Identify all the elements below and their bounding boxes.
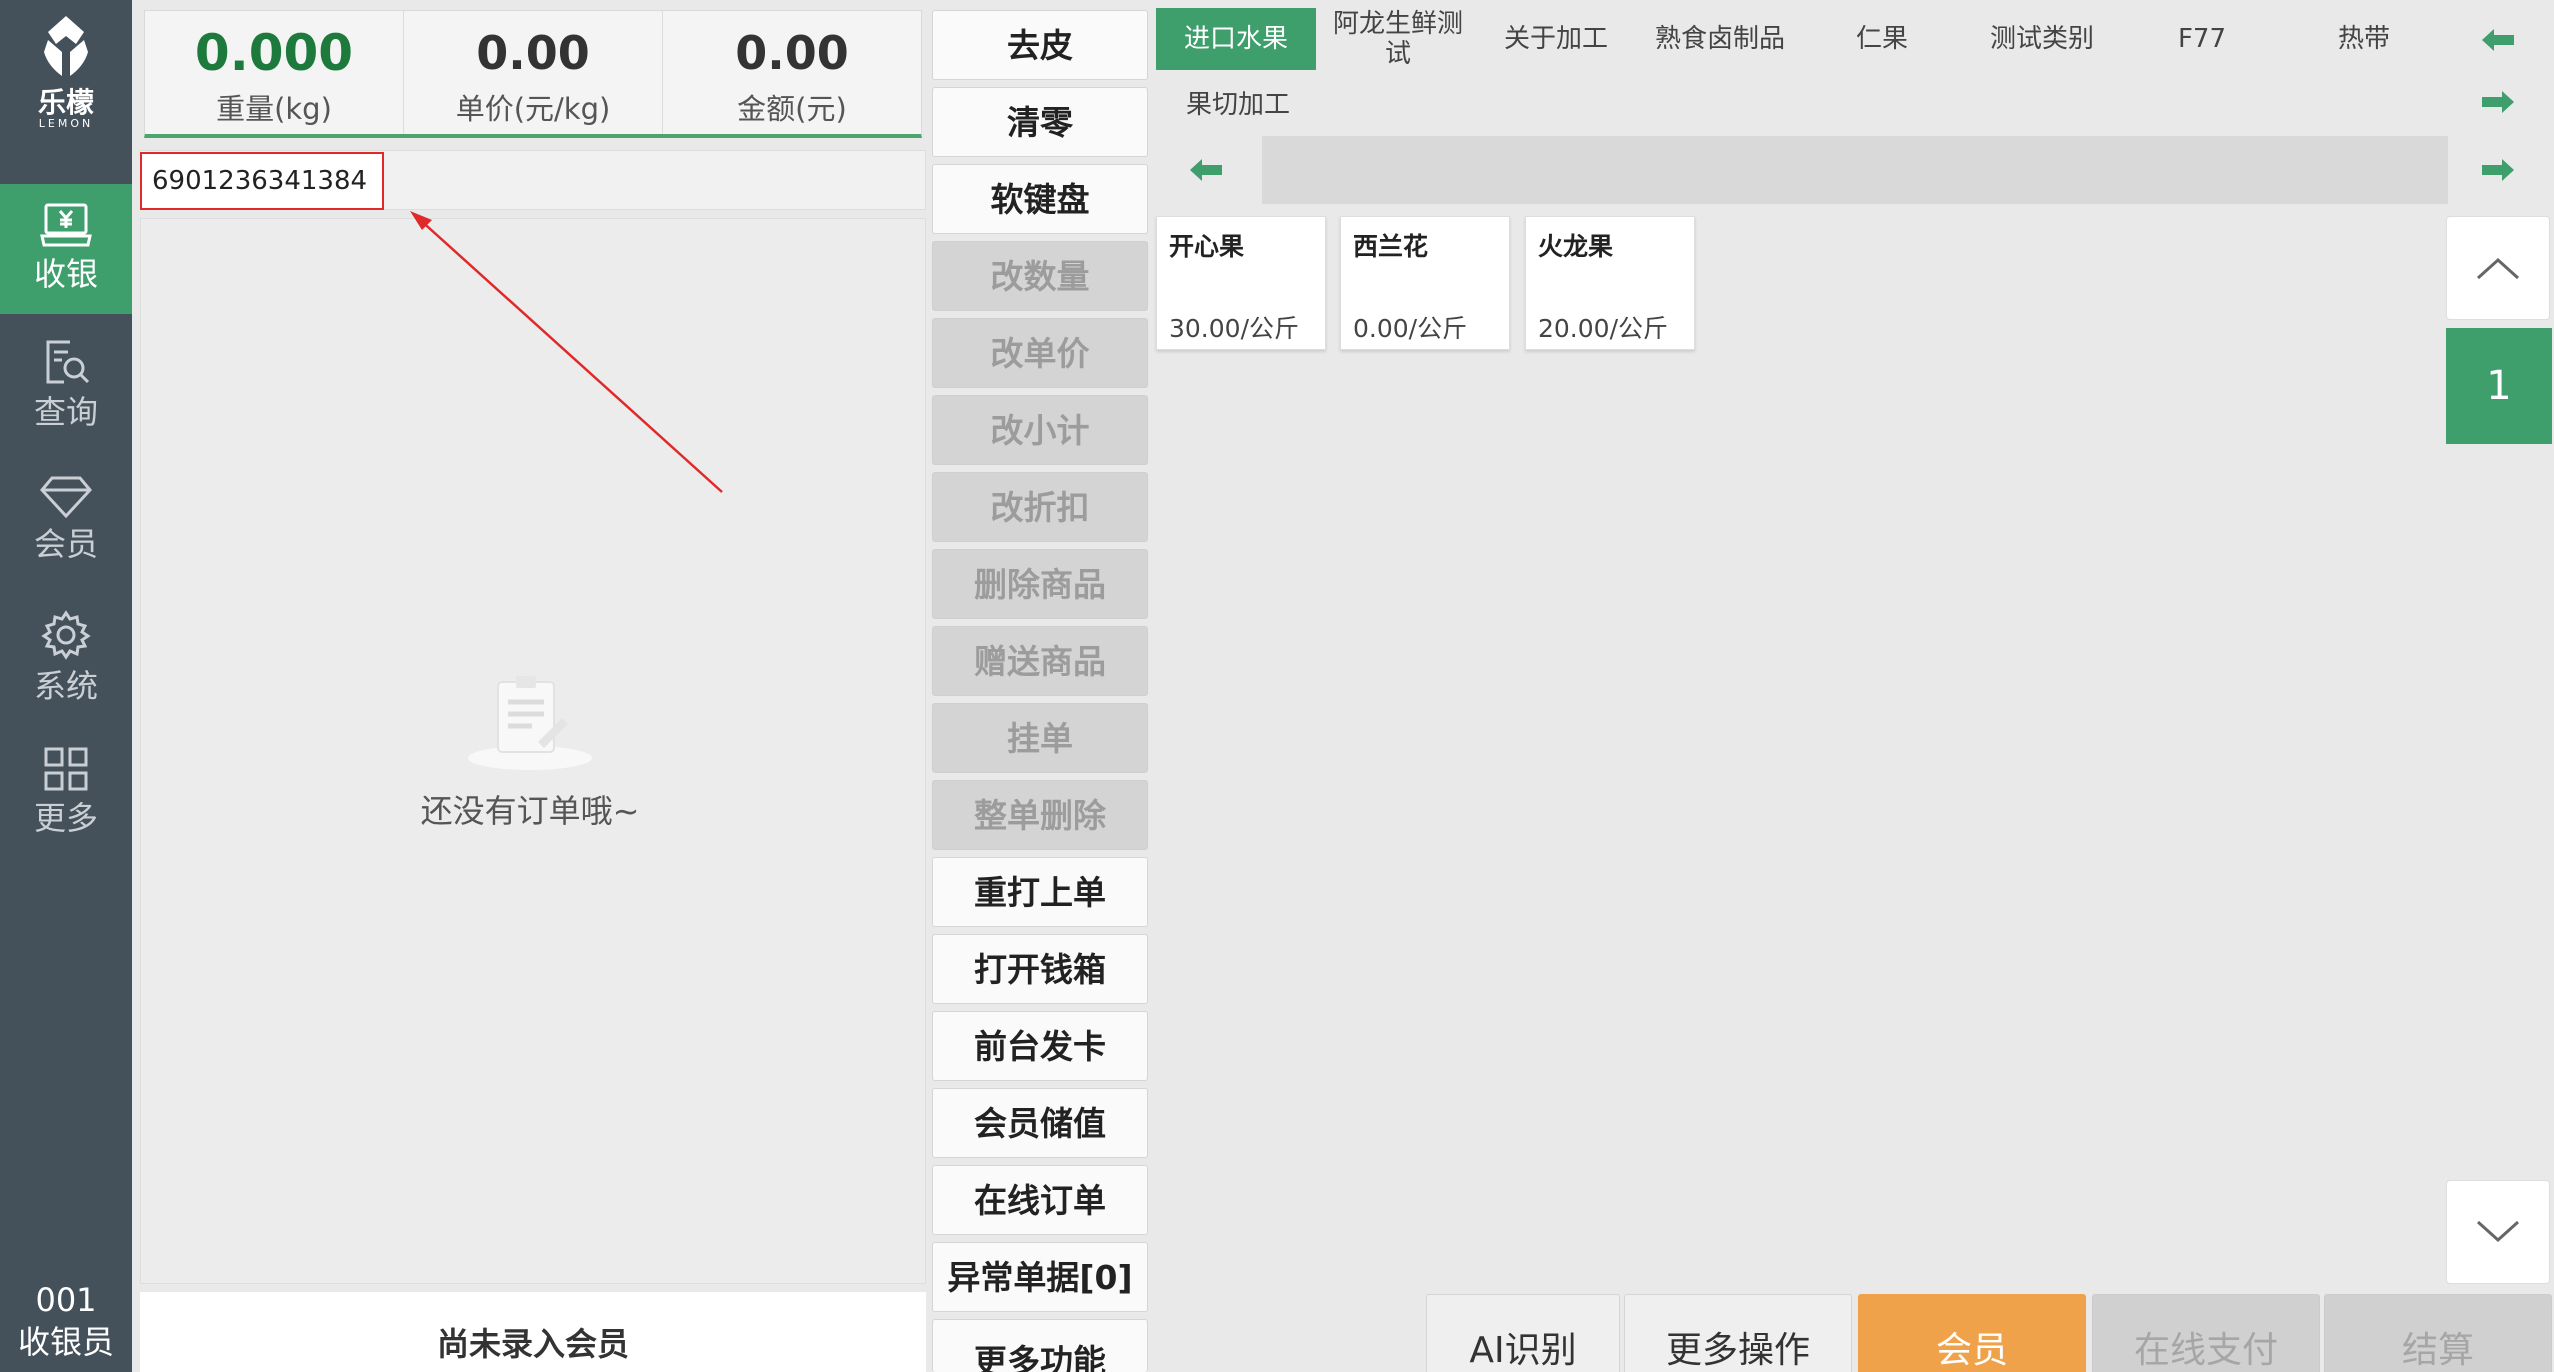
unit-price-value: 0.00 xyxy=(476,26,590,80)
lemon-logo-icon xyxy=(44,16,88,76)
amount-cell: 0.00 金额(元) xyxy=(663,11,921,134)
logo: 乐檬 LEMON xyxy=(0,14,132,144)
sidebar-item-more[interactable]: 更多 xyxy=(0,728,132,858)
category-scroll-track[interactable] xyxy=(1262,136,2448,204)
product-card[interactable]: 火龙果 20.00/公斤 xyxy=(1525,216,1695,350)
chevron-down-icon xyxy=(2476,1220,2520,1243)
search-document-icon xyxy=(46,340,90,384)
delete-item-button[interactable]: 删除商品 xyxy=(932,549,1148,619)
checkout-button[interactable]: 结算 xyxy=(2324,1294,2552,1372)
grid-icon xyxy=(44,747,88,791)
current-page-indicator: 1 xyxy=(2446,328,2552,444)
cashier-id: 001 xyxy=(35,1281,97,1319)
subcategory-next-button[interactable] xyxy=(2468,82,2528,122)
tab-f77[interactable]: F77 xyxy=(2130,8,2274,70)
chevron-up-icon xyxy=(2476,257,2520,280)
soft-keyboard-button[interactable]: 软键盘 xyxy=(932,164,1148,234)
reprint-last-button[interactable]: 重打上单 xyxy=(932,857,1148,927)
product-name: 开心果 xyxy=(1169,232,1245,261)
product-price: 0.00/公斤 xyxy=(1353,314,1468,343)
weight-value: 0.000 xyxy=(194,24,354,82)
sidebar-item-label: 更多 xyxy=(33,799,98,837)
arrow-right-icon xyxy=(2482,159,2514,181)
cash-register-icon xyxy=(40,203,92,247)
arrow-left-icon xyxy=(1190,159,1222,181)
change-subtotal-button[interactable]: 改小计 xyxy=(932,395,1148,465)
sidebar-item-label: 收银 xyxy=(33,255,98,293)
sidebar-item-label: 查询 xyxy=(33,393,98,431)
arrow-right-icon xyxy=(2482,91,2514,113)
page-up-button[interactable] xyxy=(2446,216,2550,320)
change-unit-price-button[interactable]: 改单价 xyxy=(932,318,1148,388)
member-recharge-button[interactable]: 会员储值 xyxy=(932,1088,1148,1158)
amount-label: 金额(元) xyxy=(737,92,847,126)
weight-label: 重量(kg) xyxy=(216,92,332,126)
product-name: 火龙果 xyxy=(1538,232,1614,261)
hold-order-button[interactable]: 挂单 xyxy=(932,703,1148,773)
weight-cell: 0.000 重量(kg) xyxy=(145,11,404,134)
barcode-input[interactable] xyxy=(140,152,384,210)
gear-icon xyxy=(41,610,91,660)
tab-tropical[interactable]: 热带 xyxy=(2284,8,2444,70)
sidebar-item-label: 系统 xyxy=(33,667,98,705)
open-cash-drawer-button[interactable]: 打开钱箱 xyxy=(932,934,1148,1004)
logo-text: 乐檬 xyxy=(37,86,94,119)
unit-price-label: 单价(元/kg) xyxy=(455,92,611,126)
sub-category-fruit-cut[interactable]: 果切加工 xyxy=(1186,84,1290,121)
online-orders-button[interactable]: 在线订单 xyxy=(932,1165,1148,1235)
delete-order-button[interactable]: 整单删除 xyxy=(932,780,1148,850)
tab-cooked-food[interactable]: 熟食卤制品 xyxy=(1640,8,1800,70)
sidebar-item-label: 会员 xyxy=(33,525,98,563)
sidebar-item-cashier[interactable]: 收银 xyxy=(0,184,132,314)
gift-item-button[interactable]: 赠送商品 xyxy=(932,626,1148,696)
tare-button[interactable]: 去皮 xyxy=(932,10,1148,80)
scale-panel: 0.000 重量(kg) 0.00 单价(元/kg) 0.00 金额(元) xyxy=(144,10,922,138)
amount-value: 0.00 xyxy=(735,26,849,80)
diamond-icon xyxy=(40,476,92,518)
empty-order-text: 还没有订单哦~ xyxy=(420,792,640,830)
tab-along-fresh-test[interactable]: 阿龙生鲜测试 xyxy=(1326,8,1470,70)
sidebar-item-system[interactable]: 系统 xyxy=(0,592,132,722)
scroll-right-button[interactable] xyxy=(2468,150,2528,190)
empty-order-icon xyxy=(468,676,592,770)
more-functions-button[interactable]: 更多功能 xyxy=(932,1319,1148,1372)
abnormal-orders-button[interactable]: 异常单据[0] xyxy=(932,1242,1148,1312)
issue-card-button[interactable]: 前台发卡 xyxy=(932,1011,1148,1081)
sidebar: 乐檬 LEMON 收银 查询 会员 系统 更多 001 收银员 xyxy=(0,0,132,1372)
cashier-info: 001 收银员 xyxy=(0,1280,132,1364)
tab-test-category[interactable]: 测试类别 xyxy=(1962,8,2122,70)
unit-price-cell: 0.00 单价(元/kg) xyxy=(404,11,663,134)
product-card[interactable]: 开心果 30.00/公斤 xyxy=(1156,216,1326,350)
page-down-button[interactable] xyxy=(2446,1180,2550,1284)
change-quantity-button[interactable]: 改数量 xyxy=(932,241,1148,311)
tab-imported-fruit[interactable]: 进口水果 xyxy=(1156,8,1316,70)
product-name: 西兰花 xyxy=(1353,232,1429,261)
online-payment-button[interactable]: 在线支付 xyxy=(2092,1294,2320,1372)
product-card[interactable]: 西兰花 0.00/公斤 xyxy=(1340,216,1510,350)
zero-button[interactable]: 清零 xyxy=(932,87,1148,157)
arrow-left-icon xyxy=(2482,29,2514,51)
member-button[interactable]: 会员 xyxy=(1858,1294,2086,1372)
tab-pome-fruit[interactable]: 仁果 xyxy=(1810,8,1954,70)
logo-subtext: LEMON xyxy=(38,117,94,130)
category-prev-button[interactable] xyxy=(2468,20,2528,60)
ai-recognition-button[interactable]: AI识别 xyxy=(1426,1294,1620,1372)
sidebar-item-member[interactable]: 会员 xyxy=(0,456,132,586)
product-price: 20.00/公斤 xyxy=(1538,314,1668,343)
scroll-left-button[interactable] xyxy=(1176,150,1236,190)
member-status-bar[interactable]: 尚未录入会员 xyxy=(140,1292,926,1372)
change-discount-button[interactable]: 改折扣 xyxy=(932,472,1148,542)
tab-processing[interactable]: 关于加工 xyxy=(1480,8,1632,70)
sidebar-item-query[interactable]: 查询 xyxy=(0,320,132,450)
cashier-label: 收银员 xyxy=(17,1323,114,1361)
more-operations-button[interactable]: 更多操作 xyxy=(1624,1294,1852,1372)
product-price: 30.00/公斤 xyxy=(1169,314,1299,343)
